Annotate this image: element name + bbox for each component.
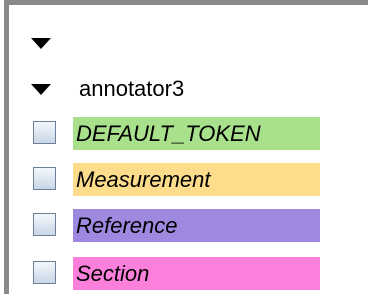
type-label-measurement: Measurement [73,163,320,196]
tree-item-default-token: DEFAULT_TOKEN [9,117,349,151]
annotation-type-tree: annotator3 DEFAULT_TOKEN Measurement Ref… [4,0,368,294]
tree-item-measurement: Measurement [9,163,349,197]
checkbox-reference[interactable] [33,213,56,236]
checkbox-measurement[interactable] [33,167,56,190]
root-expand-triangle-icon[interactable] [31,38,51,49]
tree-item-reference: Reference [9,209,349,243]
tree-item-section: Section [9,257,349,291]
type-label-reference: Reference [73,209,320,242]
annotator3-expand-triangle-icon[interactable] [31,84,51,95]
group-label-annotator3: annotator3 [79,76,185,101]
checkbox-section[interactable] [33,261,56,284]
checkbox-default-token[interactable] [33,121,56,144]
type-label-section: Section [73,257,320,290]
type-label-default-token: DEFAULT_TOKEN [73,117,320,150]
